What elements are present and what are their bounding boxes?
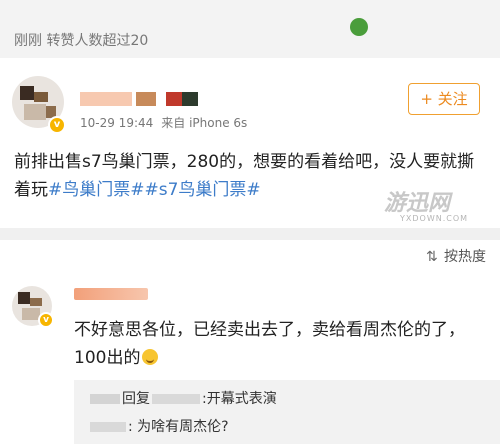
laugh-emoji-icon	[142, 349, 159, 365]
sort-by-hot-button[interactable]: ⇅ 按热度	[426, 246, 486, 266]
reply-target-blurred	[152, 394, 200, 404]
comment-text: 不好意思各位，已经卖出去了，卖给看周杰伦的了，100出的	[74, 316, 484, 372]
comment-sort-bar: ⇅ 按热度	[0, 240, 500, 270]
verified-badge-icon: v	[48, 116, 66, 134]
comment-item: v 不好意思各位，已经卖出去了，卖给看周杰伦的了，100出的 回复 :开幕式表演 …	[0, 270, 500, 444]
follow-button[interactable]: + 关注	[408, 83, 480, 115]
reply-thread[interactable]: 回复 :开幕式表演 : 为啥有周杰伦?	[74, 380, 500, 444]
watermark-logo	[350, 18, 372, 36]
post-time: 10-29 19:44	[80, 116, 154, 130]
reply-item[interactable]: 回复 :开幕式表演	[90, 388, 277, 408]
sort-list-icon: ⇅	[426, 249, 438, 265]
site-watermark: 游迅网	[384, 191, 451, 216]
reply-prefix: 回复	[122, 391, 150, 407]
watermark-icon	[350, 18, 368, 36]
post-meta: 10-29 19:44 来自 iPhone 6s	[80, 114, 247, 131]
reply-text: :开幕式表演	[202, 391, 277, 407]
post-author-name-blurred[interactable]	[80, 88, 198, 106]
commenter-name-blurred[interactable]	[74, 288, 148, 300]
reply-text: : 为啥有周杰伦?	[128, 419, 229, 435]
sort-label: 按热度	[444, 249, 486, 265]
reply-item[interactable]: : 为啥有周杰伦?	[90, 416, 229, 436]
replier-name-blurred	[90, 394, 120, 404]
hashtag-s7-bird-nest-ticket[interactable]: #s7鸟巢门票#	[145, 180, 261, 200]
commenter-verified-badge-icon: v	[38, 312, 54, 328]
comment-body: 不好意思各位，已经卖出去了，卖给看周杰伦的了，100出的	[74, 320, 465, 368]
repost-status-text: 刚刚 转赞人数超过20	[14, 33, 149, 49]
post-source: 来自 iPhone 6s	[161, 116, 248, 130]
hashtag-bird-nest-ticket[interactable]: #鸟巢门票#	[48, 180, 145, 200]
replier-name-blurred	[90, 422, 126, 432]
site-watermark-url: YXDOWN.COM	[400, 214, 469, 223]
top-status-bar: 刚刚 转赞人数超过20	[0, 0, 500, 58]
section-divider	[0, 228, 500, 240]
weibo-post: v 10-29 19:44 来自 iPhone 6s + 关注 前排出售s7鸟巢门…	[0, 58, 500, 228]
